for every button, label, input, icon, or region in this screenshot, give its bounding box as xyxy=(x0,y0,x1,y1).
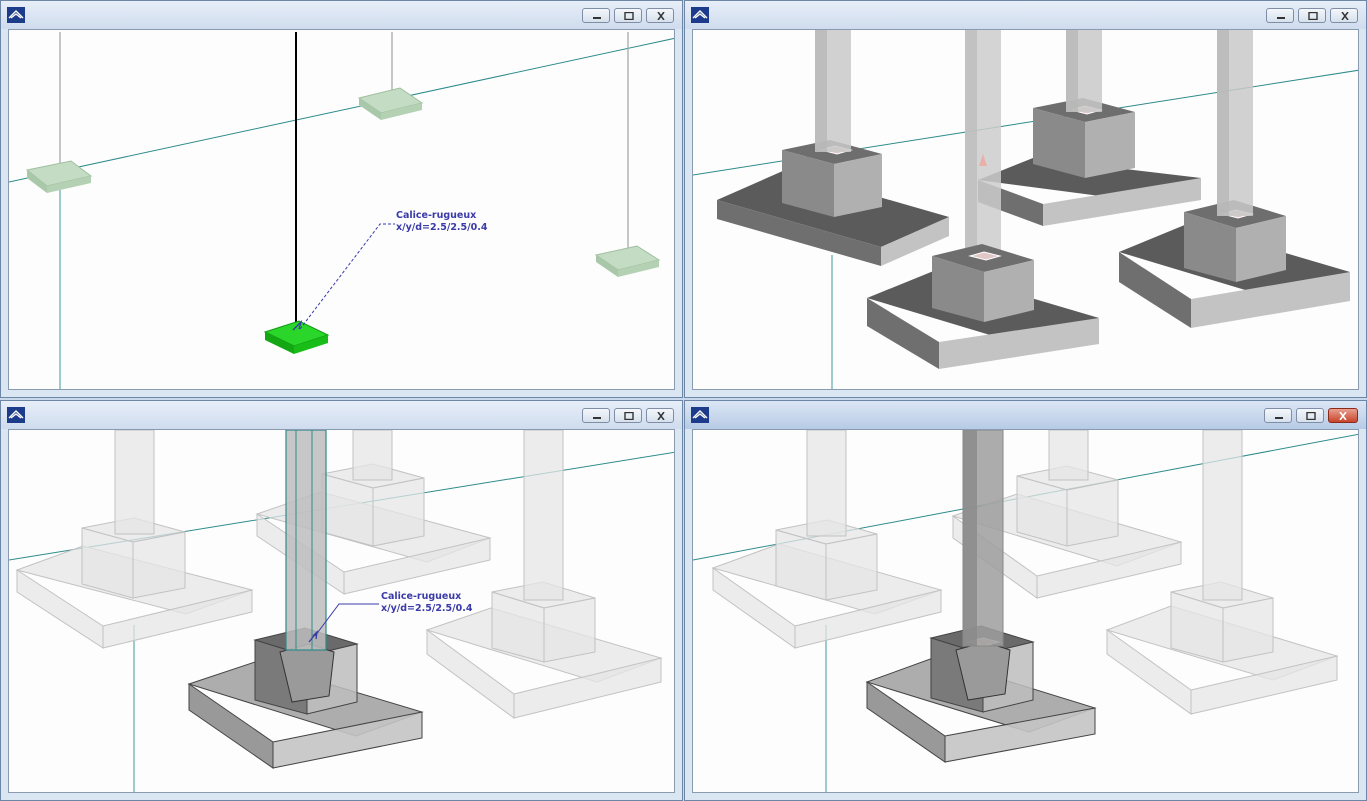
footing[interactable] xyxy=(15,430,254,649)
minimize-button[interactable] xyxy=(582,8,610,23)
close-icon xyxy=(1339,412,1347,420)
footing[interactable] xyxy=(25,160,93,193)
plan-view-scene[interactable] xyxy=(9,30,675,390)
close-button[interactable] xyxy=(646,8,674,23)
annotation-name: Calice-rugueux xyxy=(396,210,477,221)
close-button[interactable] xyxy=(1330,8,1358,23)
transparent-render-scene[interactable] xyxy=(9,430,675,793)
viewport-window-top-right[interactable] xyxy=(684,0,1367,398)
column[interactable] xyxy=(965,30,1001,262)
close-icon xyxy=(657,412,665,420)
footing[interactable] xyxy=(867,244,1099,369)
annotation-label: Calice-rugueux x/y/d=2.5/2.5/0.4 xyxy=(396,210,487,234)
column[interactable] xyxy=(962,430,1004,647)
footing[interactable] xyxy=(717,30,949,266)
viewport-window-bottom-right[interactable] xyxy=(684,400,1367,801)
maximize-button[interactable] xyxy=(614,408,642,423)
close-icon xyxy=(1341,12,1349,20)
minimize-icon xyxy=(593,417,601,419)
annotation-name: Calice-rugueux xyxy=(381,591,462,602)
3d-viewport[interactable]: Calice-rugueux x/y/d=2.5/2.5/0.4 xyxy=(8,29,675,390)
solid-render-scene[interactable] xyxy=(693,30,1359,390)
app-icon[interactable] xyxy=(7,407,25,423)
annotation-dimensions: x/y/d=2.5/2.5/0.4 xyxy=(396,222,488,233)
minimize-button[interactable] xyxy=(582,408,610,423)
minimize-button[interactable] xyxy=(1264,408,1292,423)
selected-footing[interactable] xyxy=(263,319,330,354)
maximize-button[interactable] xyxy=(1298,8,1326,23)
restore-icon xyxy=(1306,412,1316,420)
restore-icon xyxy=(1308,12,1318,20)
restore-icon xyxy=(624,12,634,20)
maximize-button[interactable] xyxy=(1296,408,1324,423)
window-titlebar[interactable] xyxy=(1,401,682,429)
minimize-icon xyxy=(593,17,601,19)
window-titlebar[interactable] xyxy=(685,1,1366,29)
annotation-dimensions: x/y/d=2.5/2.5/0.4 xyxy=(381,603,473,614)
transparent-render-scene[interactable] xyxy=(693,430,1359,793)
minimize-icon xyxy=(1277,17,1285,19)
3d-viewport[interactable] xyxy=(692,429,1359,793)
annotation-leader-line xyxy=(299,223,395,330)
footing[interactable] xyxy=(978,30,1201,226)
footing[interactable] xyxy=(711,430,943,649)
maximize-button[interactable] xyxy=(614,8,642,23)
app-icon[interactable] xyxy=(691,407,709,423)
annotation-label: Calice-rugueux x/y/d=2.5/2.5/0.4 xyxy=(381,591,472,615)
close-icon xyxy=(657,12,665,20)
viewport-window-top-left[interactable]: Calice-rugueux x/y/d=2.5/2.5/0.4 xyxy=(0,0,683,398)
3d-viewport[interactable] xyxy=(692,29,1359,390)
footing[interactable] xyxy=(594,245,661,277)
grid-axis-line xyxy=(9,37,674,183)
window-titlebar[interactable] xyxy=(1,1,682,29)
close-button[interactable] xyxy=(646,408,674,423)
selected-column[interactable] xyxy=(285,430,327,651)
restore-icon xyxy=(624,412,634,420)
app-icon[interactable] xyxy=(7,7,25,23)
window-titlebar[interactable] xyxy=(685,401,1366,429)
close-button[interactable] xyxy=(1328,408,1358,423)
minimize-icon xyxy=(1275,417,1283,419)
footing[interactable] xyxy=(357,87,424,120)
footing[interactable] xyxy=(425,430,663,719)
viewport-window-bottom-left[interactable]: Calice-rugueux x/y/d=2.5/2.5/0.4 xyxy=(0,400,683,801)
3d-viewport[interactable]: Calice-rugueux x/y/d=2.5/2.5/0.4 xyxy=(8,429,675,793)
minimize-button[interactable] xyxy=(1266,8,1294,23)
app-icon[interactable] xyxy=(691,7,709,23)
